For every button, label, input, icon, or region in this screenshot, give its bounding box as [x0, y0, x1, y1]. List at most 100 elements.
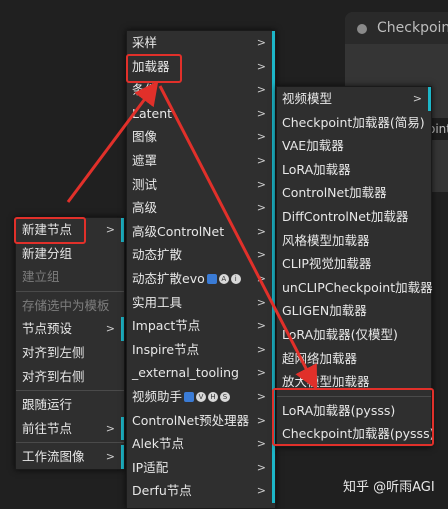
category-label: Inspire节点 [132, 341, 200, 357]
category-advanced[interactable]: 高级 > [127, 196, 275, 220]
menu-item-follow-execution[interactable]: 跟随运行 [16, 393, 124, 417]
category-testing[interactable]: 测试 > [127, 172, 275, 197]
loader-lora-pysss[interactable]: LoRA加载器(pysss) [277, 398, 431, 423]
menu-separator [277, 395, 431, 397]
chevron-right-icon: > [256, 36, 266, 49]
chevron-right-icon: > [256, 106, 266, 120]
menu-item-add-node[interactable]: 新建节点 > [16, 218, 124, 242]
loader-label: CLIP视觉加载器 [282, 256, 372, 272]
loader-unclip-checkpoint[interactable]: unCLIPCheckpoint加载器 [277, 275, 433, 300]
menu-item-label: 建立组 [22, 269, 60, 285]
menu-item-align-left[interactable]: 对齐到左侧 [16, 340, 124, 365]
menu-item-go-to-node[interactable]: 前往节点 > [16, 416, 124, 441]
menu-item-label: 新建分组 [22, 245, 73, 261]
category-label: 动态扩散 [132, 247, 183, 263]
chevron-right-icon: > [256, 484, 266, 498]
loader-label: LoRA加载器(仅模型) [282, 326, 398, 342]
category-controlnet-preprocessors[interactable]: ControlNet预处理器 > [127, 408, 275, 433]
chevron-right-icon: > [412, 92, 422, 105]
loader-label: LoRA加载器 [282, 161, 351, 177]
background-node-header: Checkpoint [345, 12, 448, 44]
loader-label: 放大模型加载器 [282, 374, 370, 390]
category-ip-adapter[interactable]: IP适配 > [127, 455, 275, 480]
category-impact[interactable]: Impact节点 > [127, 314, 275, 338]
camera-icon [184, 392, 195, 403]
chevron-right-icon: > [105, 223, 115, 236]
category-label: ControlNet预处理器 [132, 412, 250, 428]
chevron-right-icon: > [105, 450, 115, 464]
chevron-right-icon: > [105, 322, 115, 336]
category-conditioning[interactable]: 条件 > [127, 78, 275, 102]
category-label: 视频助手 [132, 388, 183, 404]
h-badge-icon: H [208, 392, 219, 403]
menu-item-label: 节点预设 [22, 321, 73, 337]
loader-label: 视频模型 [282, 91, 333, 106]
chevron-right-icon: > [256, 201, 266, 215]
menu-separator [16, 290, 124, 292]
category-label: Alek节点 [132, 436, 184, 452]
category-latent[interactable]: Latent > [127, 101, 275, 126]
loader-lora-model-only[interactable]: LoRA加载器(仅模型) [277, 322, 431, 347]
menu-item-label: 跟随运行 [22, 397, 73, 413]
loader-gligen[interactable]: GLIGEN加载器 [277, 299, 431, 323]
category-alek[interactable]: Alek节点 > [127, 432, 275, 456]
category-external-tooling[interactable]: _external_tooling > [127, 361, 275, 385]
loader-controlnet[interactable]: ControlNet加载器 [277, 181, 431, 205]
category-label: 测试 [132, 176, 158, 192]
category-loaders[interactable]: 加载器 > [127, 54, 275, 79]
loader-checkpoint-pysss[interactable]: Checkpoint加载器(pysss) [277, 422, 434, 446]
menu-item-label: 工作流图像 [22, 449, 85, 465]
chevron-right-icon: > [256, 248, 266, 262]
menu-item-workflow-image[interactable]: 工作流图像 > [16, 445, 124, 469]
chevron-right-icon: > [256, 437, 266, 451]
menu-item-node-templates[interactable]: 节点预设 > [16, 317, 124, 341]
menu-item-create-group[interactable]: 建立组 [16, 265, 124, 289]
category-label: 实用工具 [132, 294, 183, 310]
category-image[interactable]: 图像 > [127, 125, 275, 149]
menu-item-align-right[interactable]: 对齐到右侧 [16, 364, 124, 389]
category-video-helper[interactable]: 视频助手 V H S > [127, 384, 275, 409]
node-category-menu: 采样 > 加载器 > 条件 > Latent > 图像 > 遮罩 > 测试 > 高级 > 高级C… [126, 30, 276, 509]
a-badge-icon: A [218, 274, 229, 285]
menu-item-label: 存储选中为模板 [22, 297, 110, 313]
category-label: 动态扩散evo [132, 270, 205, 286]
node-status-dot [357, 24, 367, 34]
category-label: 高级ControlNet [132, 223, 225, 239]
loader-hypernetwork[interactable]: 超网络加载器 [277, 346, 431, 371]
category-animatediff-evo[interactable]: 动态扩散evo Ai > [127, 266, 275, 291]
chevron-right-icon: > [256, 366, 266, 380]
menu-item-save-template[interactable]: 存储选中为模板 [16, 293, 124, 318]
loader-video-models[interactable]: 视频模型 > [277, 87, 431, 111]
loader-clip-vision[interactable]: CLIP视觉加载器 [277, 252, 431, 276]
emoji-icon [206, 274, 217, 285]
category-mask[interactable]: 遮罩 > [127, 148, 275, 173]
category-label: 加载器 [132, 58, 170, 74]
category-animatediff[interactable]: 动态扩散 > [127, 243, 275, 267]
category-sampling[interactable]: 采样 > [127, 31, 275, 55]
category-inspire[interactable]: Inspire节点 > [127, 337, 275, 362]
category-advanced-controlnet[interactable]: 高级ControlNet > [127, 219, 275, 244]
loader-style-model[interactable]: 风格模型加载器 [277, 228, 431, 253]
category-label: Derfu节点 [132, 483, 192, 499]
loader-label: 风格模型加载器 [282, 232, 370, 248]
loader-label: GLIGEN加载器 [282, 303, 367, 319]
loader-label: LoRA加载器(pysss) [282, 402, 396, 418]
loader-label: 超网络加载器 [282, 350, 358, 366]
chevron-right-icon: > [256, 224, 266, 238]
category-derfu[interactable]: Derfu节点 > [127, 479, 275, 503]
chevron-right-icon: > [256, 83, 266, 97]
chevron-right-icon: > [256, 460, 266, 474]
menu-item-label: 对齐到右侧 [22, 368, 85, 384]
chevron-right-icon: > [256, 59, 266, 73]
loader-checkpoint-simple[interactable]: Checkpoint加载器(简易) [277, 110, 431, 135]
loader-vae[interactable]: VAE加载器 [277, 134, 431, 158]
info-badge-icon: i [230, 274, 241, 285]
loader-diff-controlnet[interactable]: DiffControlNet加载器 [277, 204, 431, 229]
loader-upscale-model[interactable]: 放大模型加载器 [277, 370, 431, 394]
chevron-right-icon: > [256, 130, 266, 144]
category-label: 遮罩 [132, 152, 158, 168]
loader-lora[interactable]: LoRA加载器 [277, 157, 431, 182]
menu-item-add-group[interactable]: 新建分组 [16, 241, 124, 266]
canvas-context-menu: 新建节点 > 新建分组 建立组 存储选中为模板 节点预设 > 对齐到左侧 对齐到… [15, 217, 125, 470]
category-utilities[interactable]: 实用工具 > [127, 290, 275, 315]
